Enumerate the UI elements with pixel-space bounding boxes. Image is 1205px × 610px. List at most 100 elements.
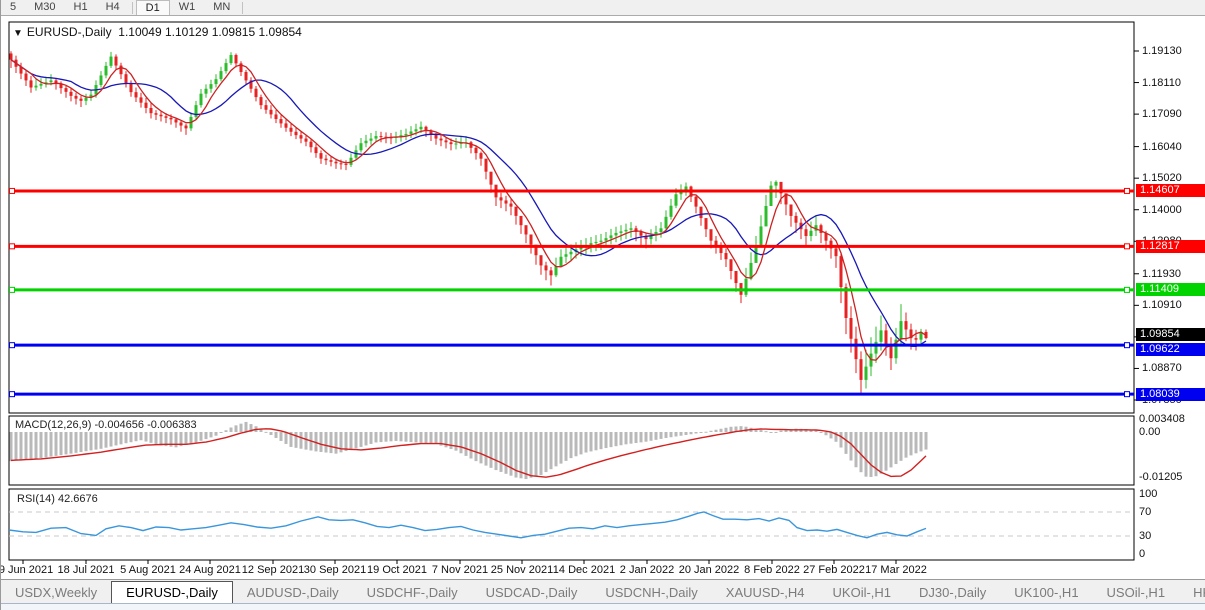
line-handle[interactable]: [10, 392, 15, 397]
macd-histogram-bar: [545, 432, 548, 472]
candle-body: [25, 74, 28, 81]
candle-body: [705, 218, 708, 229]
status-bar: [1, 603, 1205, 610]
price-tick-label: 1.10910: [1142, 299, 1182, 311]
macd-histogram-bar: [615, 432, 618, 446]
macd-histogram-bar: [35, 432, 38, 459]
candle-body: [225, 63, 228, 71]
candle-body: [615, 233, 618, 235]
tab-usdx-weekly[interactable]: USDX,Weekly: [1, 582, 111, 603]
candle-body: [310, 142, 313, 148]
price-tick-label: 1.15020: [1142, 172, 1182, 184]
candle-body: [505, 200, 508, 203]
tab-uk100-h1[interactable]: UK100-,H1: [1000, 582, 1092, 603]
line-handle[interactable]: [1125, 287, 1130, 292]
rsi-axis-label: 70: [1139, 506, 1151, 518]
line-handle[interactable]: [10, 343, 15, 348]
candle-body: [455, 144, 458, 145]
macd-histogram-bar: [25, 432, 28, 460]
tab-ukoil-h1[interactable]: UKOil-,H1: [819, 582, 906, 603]
candle-body: [105, 66, 108, 76]
macd-histogram-bar: [555, 432, 558, 466]
tab-usdchf-daily[interactable]: USDCHF-,Daily: [353, 582, 472, 603]
time-axis-label: 30 Sep 2021: [304, 564, 366, 576]
line-handle[interactable]: [1125, 392, 1130, 397]
candle-body: [530, 234, 533, 244]
line-handle[interactable]: [1125, 244, 1130, 249]
candle-body: [345, 164, 348, 165]
candle-body: [160, 115, 163, 117]
tab-usoil-h1[interactable]: USOil-,H1: [1093, 582, 1180, 603]
tab-usdcnh-daily[interactable]: USDCNH-,Daily: [591, 582, 711, 603]
macd-histogram-bar: [490, 432, 493, 468]
tab-usdcad-daily[interactable]: USDCAD-,Daily: [472, 582, 592, 603]
current-price-badge: 1.09854: [1136, 328, 1205, 341]
candle-body: [210, 84, 213, 89]
candle-body: [205, 89, 208, 94]
macd-histogram-bar: [715, 430, 718, 432]
candle-body: [245, 72, 248, 80]
ohlc-close: 1.09854: [258, 25, 301, 39]
macd-histogram-bar: [645, 432, 648, 442]
chart-canvas[interactable]: [1, 0, 1205, 610]
macd-histogram-bar: [575, 432, 578, 456]
macd-histogram-bar: [110, 432, 113, 447]
macd-histogram-bar: [245, 422, 248, 432]
candle-body: [305, 139, 308, 142]
macd-histogram-bar: [300, 432, 303, 449]
tab-audusd-daily[interactable]: AUDUSD-,Daily: [233, 582, 353, 603]
candle-body: [880, 330, 883, 341]
candle-body: [520, 216, 523, 225]
tab-hk50-h1[interactable]: HK50-,H1: [1179, 582, 1205, 603]
macd-histogram-bar: [100, 432, 103, 449]
macd-histogram-bar: [415, 432, 418, 442]
macd-histogram-bar: [570, 432, 573, 458]
candle-body: [555, 266, 558, 275]
macd-histogram-bar: [845, 432, 848, 454]
candle-body: [75, 96, 78, 99]
macd-histogram-bar: [55, 432, 58, 456]
candle-body: [775, 182, 778, 186]
macd-histogram-bar: [470, 432, 473, 459]
chart-dropdown-icon[interactable]: ▼: [13, 28, 23, 39]
macd-histogram-bar: [670, 432, 673, 437]
ohlc-low: 1.09815: [212, 25, 255, 39]
macd-histogram-bar: [620, 432, 623, 445]
macd-histogram-bar: [420, 432, 423, 443]
macd-histogram-bar: [345, 432, 348, 451]
price-level-badge: 1.12817: [1136, 240, 1205, 253]
macd-histogram-bar: [725, 428, 728, 432]
candle-body: [150, 108, 153, 113]
macd-histogram-bar: [870, 432, 873, 477]
candle-body: [915, 338, 918, 340]
line-handle[interactable]: [10, 287, 15, 292]
macd-histogram-bar: [460, 432, 463, 453]
candle-body: [590, 243, 593, 245]
line-handle[interactable]: [10, 244, 15, 249]
macd-histogram-bar: [450, 432, 453, 449]
tab-dj30-daily[interactable]: DJ30-,Daily: [905, 582, 1000, 603]
macd-histogram-bar: [475, 432, 478, 461]
candle-body: [640, 232, 643, 236]
candle-body: [410, 131, 413, 133]
line-handle[interactable]: [1125, 188, 1130, 193]
macd-histogram-bar: [505, 432, 508, 474]
price-tick-label: 1.18110: [1142, 77, 1181, 89]
candle-body: [475, 148, 478, 153]
time-axis-label: 8 Feb 2022: [744, 564, 800, 576]
macd-histogram-bar: [745, 427, 748, 432]
ohlc-open: 1.10049: [118, 25, 161, 39]
line-handle[interactable]: [10, 188, 15, 193]
macd-histogram-bar: [660, 432, 663, 439]
macd-histogram-bar: [230, 427, 233, 432]
candle-body: [35, 86, 38, 88]
macd-histogram-bar: [680, 432, 683, 436]
macd-histogram-bar: [605, 432, 608, 448]
line-handle[interactable]: [1125, 343, 1130, 348]
tab-xauusd-h4[interactable]: XAUUSD-,H4: [712, 582, 819, 603]
candle-body: [570, 252, 573, 254]
macd-histogram-bar: [925, 432, 928, 450]
macd-histogram-bar: [600, 432, 603, 449]
tab-eurusd-daily[interactable]: EURUSD-,Daily: [111, 581, 233, 603]
candle-body: [625, 230, 628, 232]
